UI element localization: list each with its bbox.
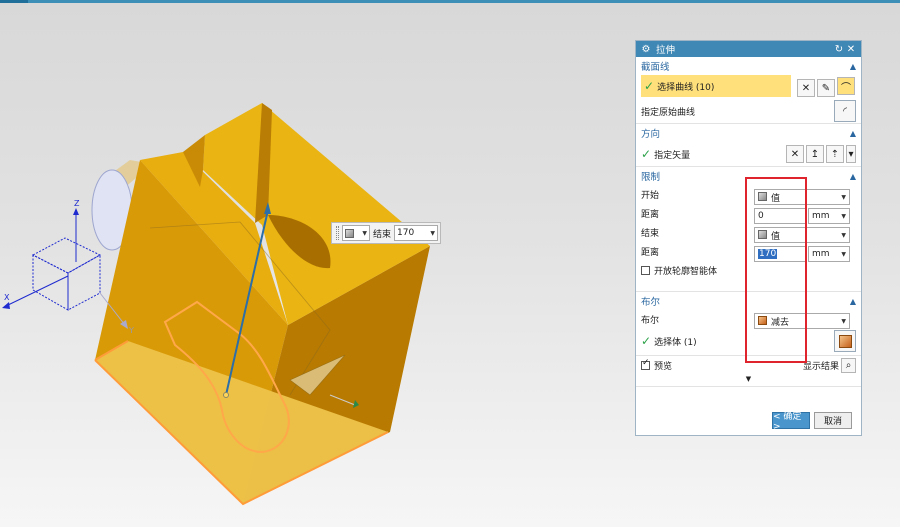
x-axis xyxy=(5,275,69,307)
dist1-unit-select[interactable]: mm ▼ xyxy=(808,208,850,224)
section-line-title: 截面线 xyxy=(641,62,670,73)
solid-body-icon[interactable] xyxy=(834,330,856,352)
x-label: X xyxy=(4,293,10,302)
check-icon: ✓ xyxy=(641,147,652,161)
chevron-down-icon: ▼ xyxy=(841,212,846,220)
cancel-button[interactable]: 取消 xyxy=(814,412,852,429)
close-icon[interactable]: ✕ xyxy=(845,44,857,55)
dist2-unit-select[interactable]: mm ▼ xyxy=(808,246,850,262)
section-line: 截面线 ▲ ✓ 选择曲线 (10) ✕ ✎ ⌒ 指定原始曲线 ◜ xyxy=(636,57,861,124)
select-curve-label: 选择曲线 (10) xyxy=(657,82,715,93)
chevron-up-icon[interactable]: ▲ xyxy=(850,62,856,71)
dialog-title: 拉伸 xyxy=(656,45,676,56)
section-line-header[interactable]: 截面线 ▲ xyxy=(636,57,861,75)
cube-icon xyxy=(345,228,354,238)
float-end-value[interactable]: 170 ▼ xyxy=(394,225,439,241)
solid-body-cube xyxy=(838,334,852,348)
z-label: Z xyxy=(74,199,80,208)
select-curve-row[interactable]: ✓ 选择曲线 (10) ✕ ✎ ⌒ xyxy=(636,75,861,99)
drag-grip[interactable] xyxy=(336,226,339,240)
float-end-label: 结束 xyxy=(373,229,392,240)
select-curve-field[interactable]: ✓ 选择曲线 (10) xyxy=(641,75,791,97)
original-curve-row[interactable]: 指定原始曲线 ◜ xyxy=(636,99,861,123)
chevron-down-icon: ▼ xyxy=(841,317,846,325)
ok-button[interactable]: < 确定 > xyxy=(772,412,810,432)
sketch-icon[interactable]: ✎ xyxy=(817,79,835,97)
specify-vector-row[interactable]: ✓ 指定矢量 ✕ ↥ ⇡ ▾ xyxy=(636,142,861,166)
wcs-triad xyxy=(31,237,102,311)
floating-end-input[interactable]: ▼ 结束 170 ▼ xyxy=(331,222,441,244)
x-arrow xyxy=(2,302,10,309)
reset-icon[interactable]: ↻ xyxy=(833,44,845,55)
chevron-up-icon[interactable]: ▲ xyxy=(850,172,856,181)
section-direction-title: 方向 xyxy=(641,129,661,140)
open-profile-checkbox[interactable] xyxy=(641,266,650,275)
chevron-down-icon: ▼ xyxy=(430,229,436,237)
check-icon: ✓ xyxy=(644,79,655,93)
dist1-unit: mm xyxy=(812,211,830,221)
section-direction-header[interactable]: 方向 ▲ xyxy=(636,124,861,142)
chevron-down-icon: ▼ xyxy=(841,193,846,201)
original-curve-label: 指定原始曲线 xyxy=(641,107,696,118)
dialog-title-bar[interactable]: ⚙ 拉伸 ↻ ✕ xyxy=(636,41,861,57)
y-label: Y xyxy=(128,326,134,335)
z-arrow xyxy=(73,208,79,215)
more-options-toggle[interactable]: ▼ xyxy=(636,375,861,387)
chevron-up-icon[interactable]: ▲ xyxy=(850,297,856,306)
specify-vector-label: 指定矢量 xyxy=(654,150,691,161)
original-curve-icon[interactable]: ◜ xyxy=(834,100,856,122)
chevron-down-icon: ▼ xyxy=(841,250,846,258)
section-direction: 方向 ▲ ✓ 指定矢量 ✕ ↥ ⇡ ▾ xyxy=(636,124,861,167)
reverse-direction-icon[interactable]: ✕ xyxy=(786,145,804,163)
magnifier-icon[interactable]: ⌕ xyxy=(841,358,856,373)
show-result-label: 显示结果 xyxy=(802,362,839,372)
vector-icon[interactable]: ↥ xyxy=(806,145,824,163)
chevron-down-icon: ▼ xyxy=(841,231,846,239)
preview-checkbox[interactable] xyxy=(641,358,650,370)
chevron-up-icon[interactable]: ▲ xyxy=(850,129,856,138)
vector-dropdown-icon[interactable]: ⇡ xyxy=(826,145,844,163)
end-type-dropdown[interactable]: ▼ xyxy=(342,225,370,241)
chevron-down-icon: ▼ xyxy=(362,229,367,237)
check-icon: ✓ xyxy=(641,334,652,348)
float-end-value-text: 170 xyxy=(397,228,415,238)
dist2-unit: mm xyxy=(812,249,830,259)
vector-origin xyxy=(223,392,229,398)
graphics-viewport[interactable]: Z X Y ▼ 结束 170 ▼ ⚙ 拉伸 ↻ ✕ 截面线 ▲ ✓ 选择曲线 (10)… xyxy=(0,0,900,527)
curve-icon[interactable]: ⌒ xyxy=(837,77,855,95)
deselect-icon[interactable]: ✕ xyxy=(797,79,815,97)
gear-icon[interactable]: ⚙ xyxy=(640,44,652,55)
annotation-red-box xyxy=(745,177,807,363)
chevron-down-icon[interactable]: ▾ xyxy=(846,145,856,163)
